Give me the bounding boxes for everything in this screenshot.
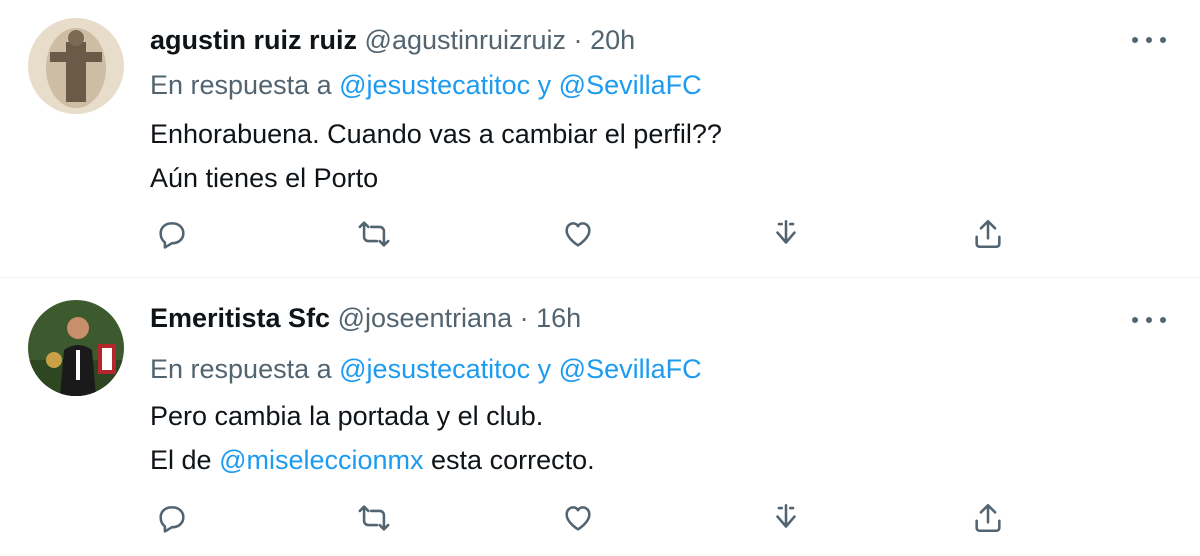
- tweet-text-line: Pero cambia la portada y el club.: [150, 401, 544, 431]
- text-fragment: esta correcto.: [431, 445, 595, 475]
- tweet-text: Pero cambia la portada y el club. El de …: [150, 394, 595, 482]
- timestamp[interactable]: 16h: [536, 303, 581, 333]
- reply-context: En respuesta a @jesustecatitoc y @Sevill…: [150, 66, 702, 104]
- tweet-text-line: Aún tienes el Porto: [150, 163, 379, 193]
- reply-context: En respuesta a @jesustecatitoc y @Sevill…: [150, 350, 702, 388]
- avatar-image: [28, 18, 124, 114]
- tweet-text-line: Enhorabuena. Cuando vas a cambiar el per…: [150, 119, 722, 149]
- action-bar: [150, 496, 1030, 540]
- save-icon[interactable]: [764, 496, 808, 540]
- retweet-icon[interactable]: [352, 212, 396, 256]
- mention-link[interactable]: @jesustecatitoc: [339, 354, 530, 384]
- tweet-text-line: El de @miseleccionmx esta correcto.: [150, 438, 595, 482]
- avatar-image: [28, 300, 124, 396]
- reply-prefix: En respuesta a: [150, 70, 332, 100]
- timestamp[interactable]: 20h: [590, 25, 635, 55]
- share-icon[interactable]: [966, 212, 1010, 256]
- separator-dot: ·: [573, 25, 583, 55]
- tweet-header: Emeritista Sfc @joseentriana · 16h: [150, 300, 581, 336]
- more-options-icon[interactable]: [1132, 306, 1166, 334]
- like-icon[interactable]: [556, 212, 600, 256]
- tweet-text: Enhorabuena. Cuando vas a cambiar el per…: [150, 112, 722, 200]
- tweet[interactable]: Emeritista Sfc @joseentriana · 16h En re…: [0, 278, 1200, 556]
- user-handle[interactable]: @joseentriana: [338, 303, 513, 333]
- avatar[interactable]: [28, 18, 124, 114]
- mention-link[interactable]: @SevillaFC: [559, 70, 702, 100]
- separator-dot: ·: [519, 303, 529, 333]
- mention-link[interactable]: @SevillaFC: [559, 354, 702, 384]
- tweet[interactable]: agustin ruiz ruiz @agustinruizruiz · 20h…: [0, 0, 1200, 278]
- display-name[interactable]: Emeritista Sfc: [150, 303, 330, 333]
- text-fragment: El de: [150, 445, 212, 475]
- display-name[interactable]: agustin ruiz ruiz: [150, 25, 357, 55]
- action-bar: [150, 212, 1030, 256]
- reply-prefix: En respuesta a: [150, 354, 332, 384]
- share-icon[interactable]: [966, 496, 1010, 540]
- reply-icon[interactable]: [150, 496, 194, 540]
- reply-joiner: y: [537, 354, 552, 384]
- like-icon[interactable]: [556, 496, 600, 540]
- save-icon[interactable]: [764, 212, 808, 256]
- more-options-icon[interactable]: [1132, 26, 1166, 54]
- user-handle[interactable]: @agustinruizruiz: [365, 25, 567, 55]
- reply-icon[interactable]: [150, 212, 194, 256]
- reply-joiner: y: [537, 70, 552, 100]
- mention-link[interactable]: @jesustecatitoc: [339, 70, 530, 100]
- avatar[interactable]: [28, 300, 124, 396]
- tweet-header: agustin ruiz ruiz @agustinruizruiz · 20h: [150, 22, 635, 58]
- mention-link[interactable]: @miseleccionmx: [219, 445, 423, 475]
- retweet-icon[interactable]: [352, 496, 396, 540]
